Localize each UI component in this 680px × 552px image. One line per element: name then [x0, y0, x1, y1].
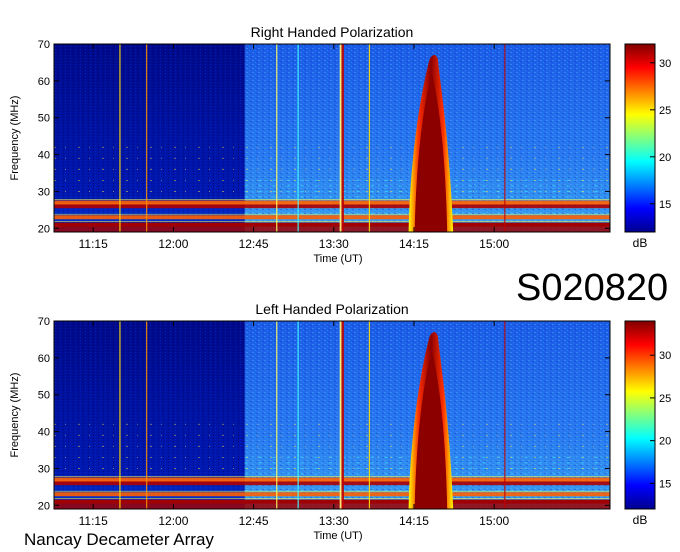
interference-band	[54, 492, 610, 497]
y-tick-label: 60	[38, 353, 50, 365]
y-tick-label: 70	[38, 39, 50, 51]
panel-title: Right Handed Polarization	[251, 24, 414, 40]
x-tick-label: 15:00	[479, 514, 509, 528]
colorbar-tick-label: 25	[659, 393, 671, 405]
colorbar-unit-label: dB	[633, 513, 648, 527]
x-tick-label: 11:15	[79, 514, 108, 528]
x-tick-label: 12:00	[158, 514, 188, 528]
spectrogram-panel-right: Right Handed Polarization 20 30 40 50 60 70 Fre…	[9, 24, 671, 265]
y-tick-label: 20	[38, 500, 50, 512]
x-tick-label: 13:30	[319, 514, 349, 528]
interference-band	[54, 200, 610, 205]
spectrogram-figure: Right Handed Polarization 20 30 40 50 60 70 Fre…	[9, 24, 671, 549]
observation-id: S020820	[516, 267, 668, 309]
x-tick-label: 14:15	[399, 514, 429, 528]
x-tick-label: 12:45	[239, 514, 269, 528]
y-tick-label: 40	[38, 427, 50, 439]
colorbar-tick-label: 30	[659, 58, 671, 70]
y-tick-label: 20	[38, 223, 50, 235]
colorbar-unit-label: dB	[633, 236, 648, 250]
colorbar-tick-label: 25	[659, 105, 671, 117]
colorbar-tick-label: 15	[659, 199, 671, 211]
x-tick-label: 15:00	[479, 237, 509, 251]
colorbar-tick-label: 20	[659, 436, 671, 448]
interference-band	[54, 481, 610, 486]
y-tick-label: 30	[38, 186, 50, 198]
colorbar	[624, 320, 656, 510]
low-frequency-band	[54, 499, 610, 509]
low-frequency-band	[54, 222, 610, 232]
colorbar-tick-label: 30	[659, 350, 671, 362]
interference-band	[54, 204, 610, 209]
panel-title: Left Handed Polarization	[255, 301, 408, 317]
x-axis-label: Time (UT)	[313, 530, 362, 542]
y-tick-label: 70	[38, 316, 50, 328]
x-tick-label: 12:00	[158, 237, 188, 251]
x-tick-label: 12:45	[239, 237, 269, 251]
y-tick-label: 50	[38, 113, 50, 125]
interference-band	[54, 477, 610, 482]
interference-band	[54, 215, 610, 220]
y-axis-label: Frequency (MHz)	[9, 96, 21, 181]
x-tick-label: 11:15	[79, 237, 108, 251]
x-tick-label: 13:30	[319, 237, 349, 251]
colorbar-tick-label: 20	[659, 152, 671, 164]
x-tick-label: 14:15	[399, 237, 429, 251]
y-tick-label: 60	[38, 76, 50, 88]
y-axis-label: Frequency (MHz)	[9, 373, 21, 458]
instrument-name: Nancay Decameter Array	[24, 530, 214, 549]
spectrogram-panel-left: Left Handed Polarization 20 30 40 50 60 70 Freq…	[9, 301, 671, 542]
x-axis-label: Time (UT)	[313, 253, 362, 265]
y-tick-label: 30	[38, 463, 50, 475]
colorbar-tick-label: 15	[659, 478, 671, 490]
y-tick-label: 40	[38, 150, 50, 162]
y-tick-label: 50	[38, 390, 50, 402]
